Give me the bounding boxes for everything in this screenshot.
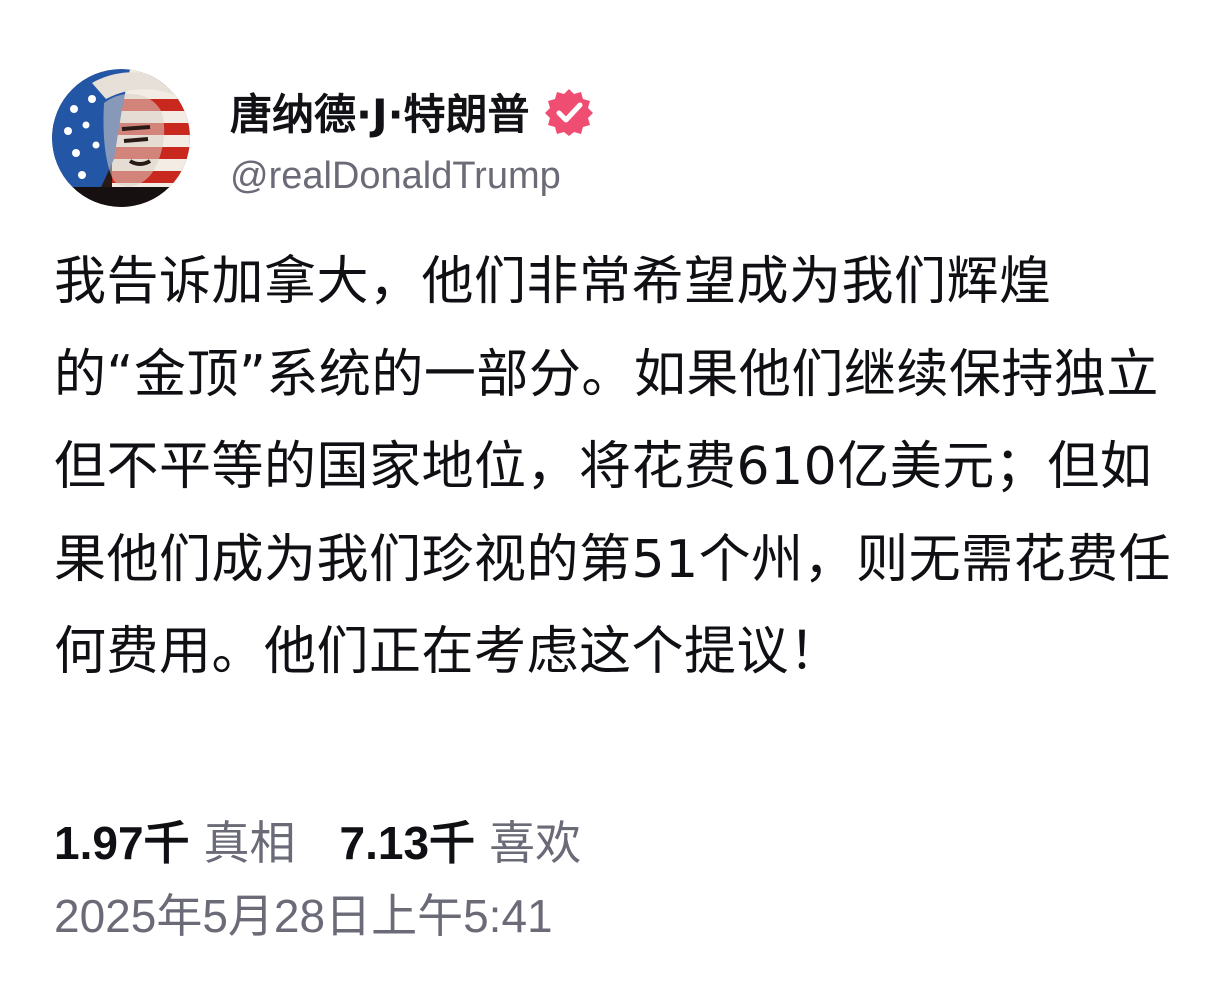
author-identity: 唐纳德·J·特朗普 @realDonaldTrump [230,69,594,207]
post-timestamp: 2025年5月28日上午5:41 [54,890,553,942]
author-handle[interactable]: @realDonaldTrump [230,155,594,198]
likes-count[interactable]: 7.13千 [340,807,476,873]
truths-label[interactable]: 真相 [204,807,296,873]
avatar[interactable] [52,69,190,207]
post-text: 我告诉加拿大，他们非常希望成为我们辉煌的“金顶”系统的一部分。如果他们继续保持独… [54,252,1172,682]
flag-portrait-avatar-icon [52,69,190,207]
truths-count[interactable]: 1.97千 [54,807,190,873]
post-header: 唐纳德·J·特朗普 @realDonaldTrump [52,68,594,208]
author-name-row: 唐纳德·J·特朗普 [230,79,594,145]
verified-badge-icon [544,88,593,136]
post-card: 唐纳德·J·特朗普 @realDonaldTrump 我告诉加拿大，他们非常希望… [0,0,1224,991]
author-display-name[interactable]: 唐纳德·J·特朗普 [230,81,530,142]
likes-label[interactable]: 喜欢 [489,807,581,873]
post-stats: 1.97千 真相 7.13千 喜欢 [54,808,581,872]
